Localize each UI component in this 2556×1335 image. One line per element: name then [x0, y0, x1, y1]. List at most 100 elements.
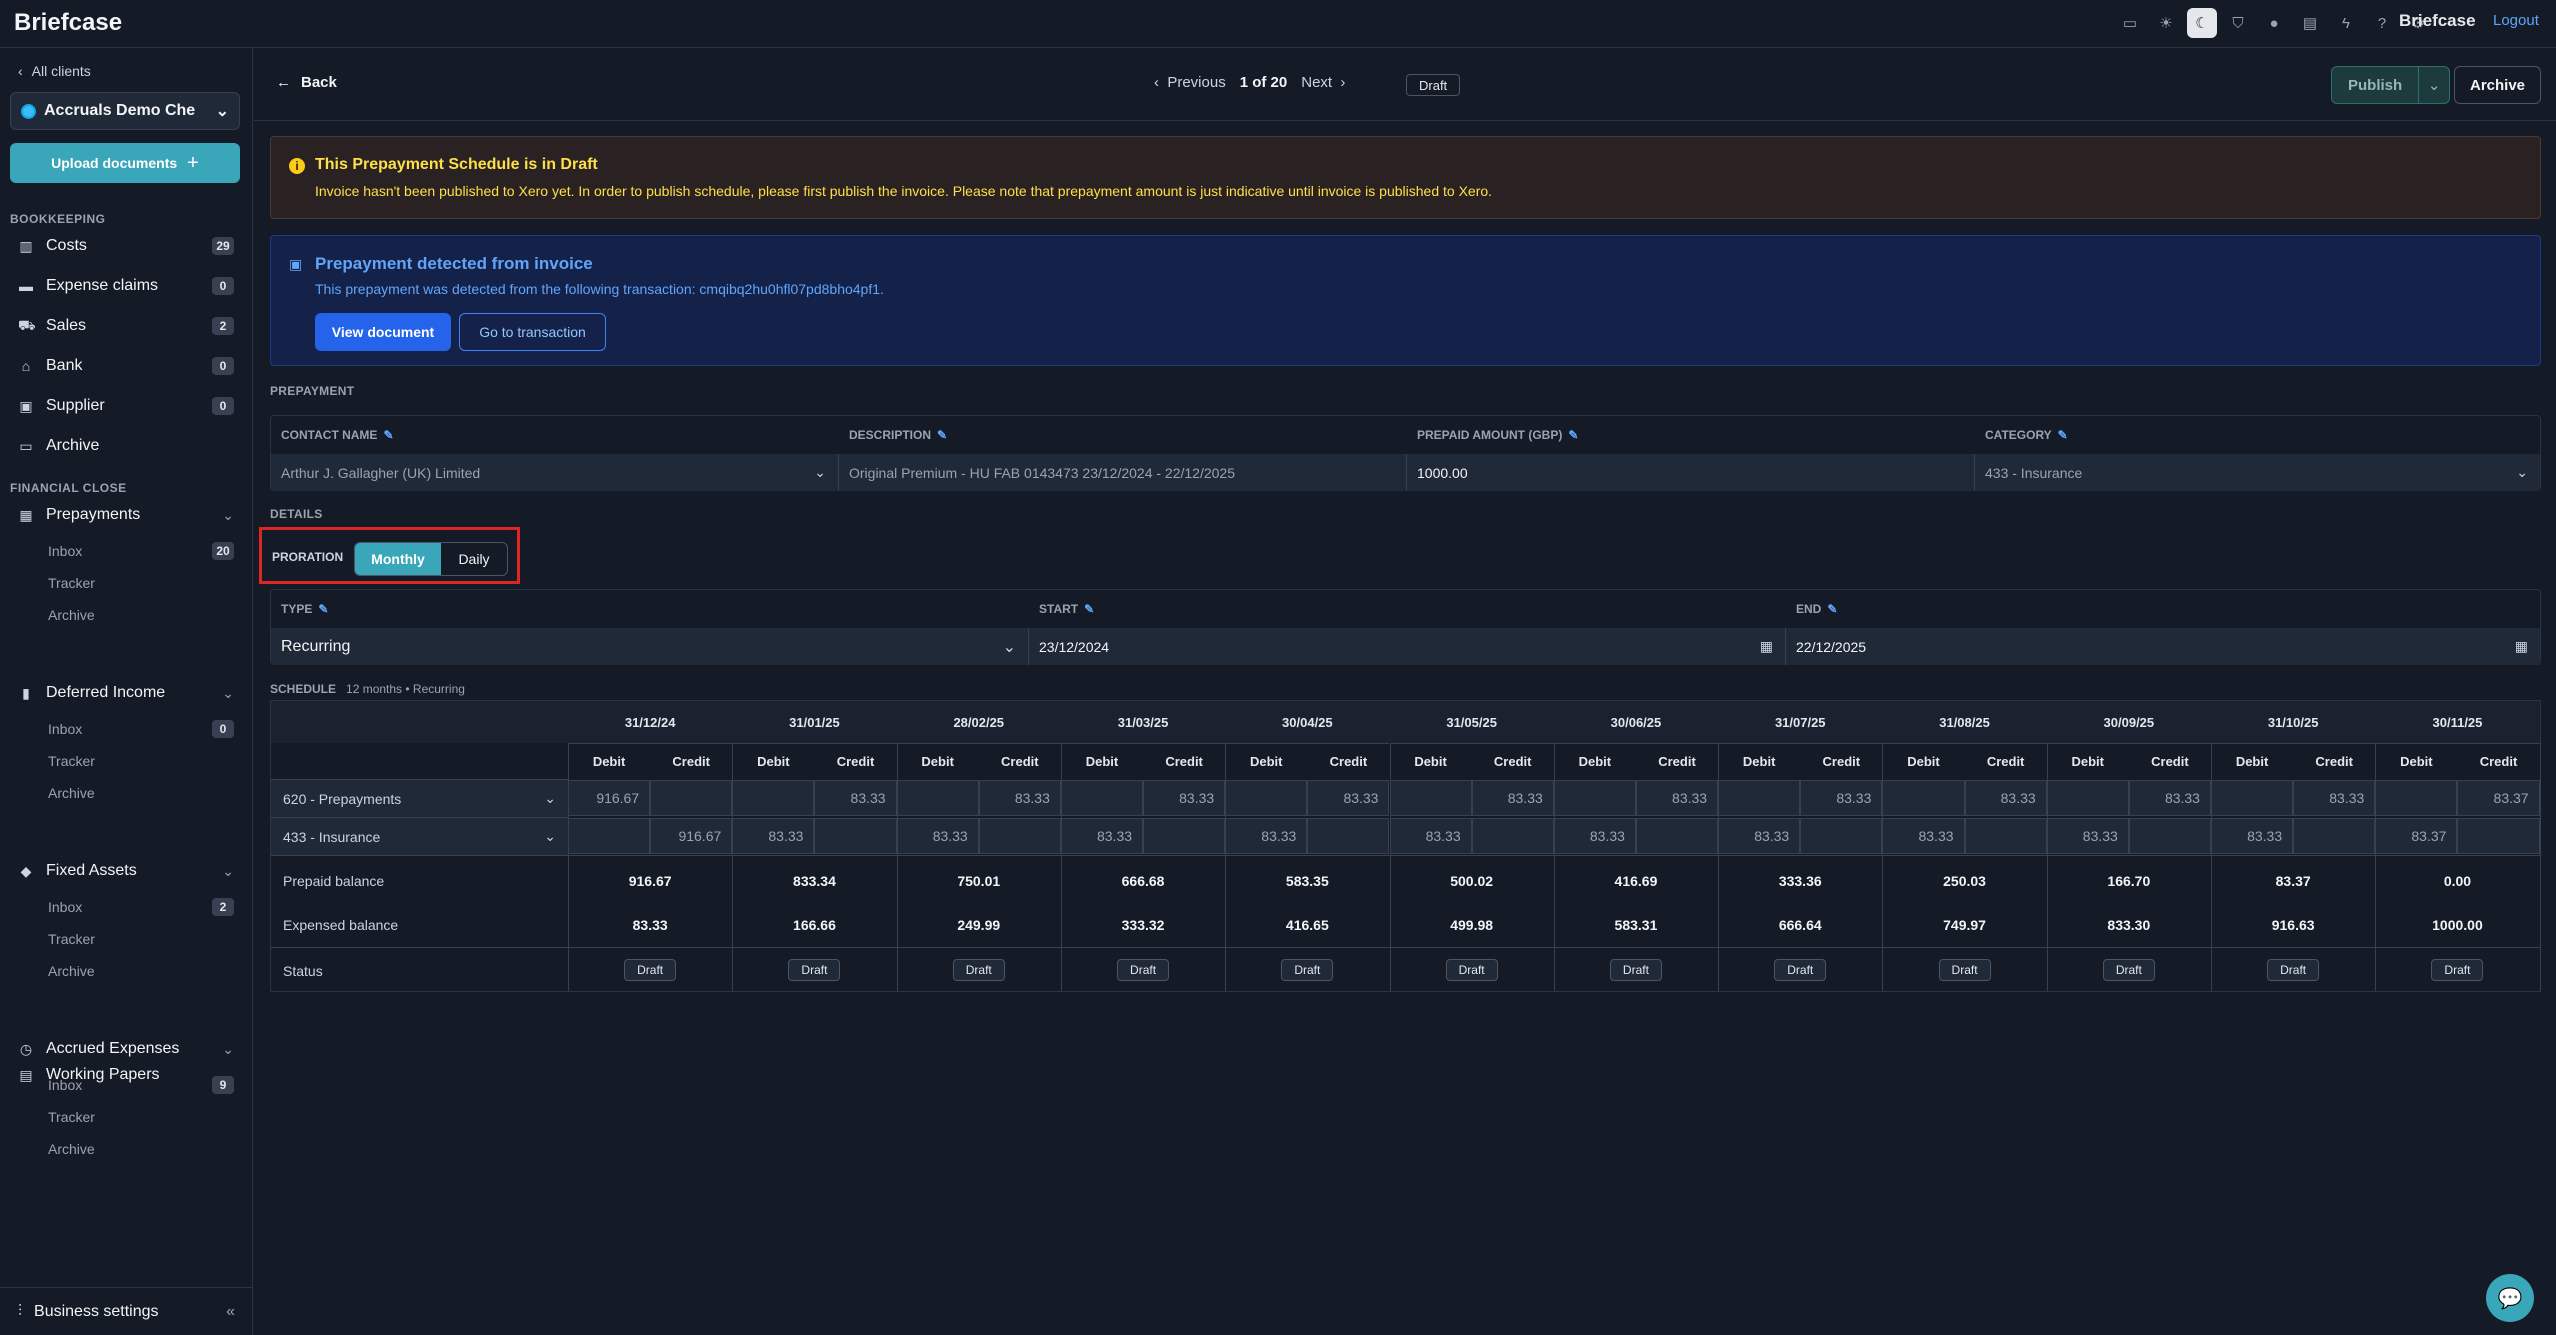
debit-input[interactable] — [1718, 780, 1801, 816]
sidebar-subitem-tracker[interactable]: Tracker — [48, 1105, 234, 1129]
debit-input[interactable] — [896, 780, 979, 816]
proration-daily-option[interactable]: Daily — [441, 543, 507, 575]
debit-input[interactable]: 83.33 — [1389, 818, 1472, 854]
debit-input[interactable] — [1389, 780, 1472, 816]
debit-input[interactable] — [568, 818, 651, 854]
sidebar-item-sales[interactable]: ⛟ Sales 2 — [18, 312, 234, 340]
proration-monthly-option[interactable]: Monthly — [355, 543, 441, 575]
account-select[interactable]: 620 - Prepayments ⌄ — [271, 779, 568, 817]
credit-input[interactable]: 83.33 — [814, 780, 897, 816]
debit-input[interactable]: 83.33 — [732, 818, 815, 854]
sidebar-group-prepayments[interactable]: ▦ Prepayments ⌄ — [18, 501, 234, 529]
description-input[interactable]: Original Premium - HU FAB 0143473 23/12/… — [839, 454, 1407, 491]
sidebar-subitem-inbox[interactable]: Inbox 9 — [48, 1073, 234, 1097]
debit-input[interactable]: 83.33 — [1882, 818, 1965, 854]
next-button[interactable]: Next › — [1301, 74, 1345, 91]
start-date-input[interactable]: 23/12/2024 ▦ — [1029, 628, 1786, 665]
credit-input[interactable]: 83.33 — [1635, 780, 1719, 816]
credit-input[interactable]: 83.37 — [2457, 780, 2540, 816]
all-clients-link[interactable]: ‹ All clients — [18, 63, 91, 79]
debit-input[interactable]: 916.67 — [568, 780, 651, 816]
debit-input[interactable]: 83.33 — [896, 818, 979, 854]
credit-input[interactable] — [2457, 818, 2540, 854]
credit-input[interactable] — [1800, 818, 1883, 854]
bolt-icon[interactable]: ϟ — [2331, 8, 2361, 38]
category-select[interactable]: 433 - Insurance ⌄ — [1975, 454, 2540, 491]
sidebar-item-bank[interactable]: ⌂ Bank 0 — [18, 352, 234, 380]
help-icon[interactable]: ? — [2367, 8, 2397, 38]
end-date-input[interactable]: 22/12/2025 ▦ — [1786, 628, 2540, 665]
credit-input[interactable] — [1143, 818, 1226, 854]
credit-input[interactable] — [814, 818, 897, 854]
credit-input[interactable]: 83.33 — [978, 780, 1061, 816]
view-document-button[interactable]: View document — [315, 313, 451, 351]
credit-input[interactable]: 83.33 — [1964, 780, 2047, 816]
logout-link[interactable]: Logout — [2493, 12, 2539, 29]
archive-button[interactable]: Archive — [2454, 66, 2541, 104]
sidebar-subitem-inbox[interactable]: Inbox 20 — [48, 539, 234, 563]
debit-input[interactable]: 83.33 — [1553, 818, 1636, 854]
moon-icon[interactable]: ☾ — [2187, 8, 2217, 38]
sidebar-item-supplier[interactable]: ▣ Supplier 0 — [18, 392, 234, 420]
calendar-icon[interactable]: ▦ — [2515, 638, 2528, 655]
credit-input[interactable]: 916.67 — [650, 818, 733, 854]
upload-documents-button[interactable]: Upload documents + — [10, 143, 240, 183]
debit-input[interactable] — [1225, 780, 1308, 816]
sidebar-group-fixed-assets[interactable]: ◆ Fixed Assets ⌄ — [18, 857, 234, 885]
credit-input[interactable]: 83.33 — [2128, 780, 2211, 816]
debit-input[interactable] — [1553, 780, 1636, 816]
credit-input[interactable]: 83.33 — [1800, 780, 1883, 816]
back-button[interactable]: ← Back — [276, 74, 337, 91]
clipboard-icon[interactable]: ▤ — [2295, 8, 2325, 38]
credit-input[interactable]: 83.33 — [1307, 780, 1390, 816]
debit-input[interactable]: 83.33 — [1060, 818, 1144, 854]
debit-input[interactable] — [1882, 780, 1965, 816]
debit-input[interactable]: 83.33 — [2046, 818, 2129, 854]
shield-icon[interactable]: ⛉ — [2223, 8, 2253, 38]
sidebar-item-archive[interactable]: ▭ Archive — [18, 432, 234, 460]
type-select[interactable]: Recurring ⌄ — [271, 628, 1029, 665]
credit-input[interactable] — [1964, 818, 2047, 854]
debit-input[interactable]: 83.37 — [2375, 818, 2458, 854]
credit-input[interactable] — [1307, 818, 1390, 854]
collapse-icon[interactable]: « — [226, 1303, 235, 1321]
sun-icon[interactable]: ☀ — [2151, 8, 2181, 38]
credit-input[interactable] — [1471, 818, 1554, 854]
sidebar-subitem-inbox[interactable]: Inbox 0 — [48, 717, 234, 741]
client-select[interactable]: Accruals Demo Che ⌄ — [10, 92, 240, 130]
go-to-transaction-button[interactable]: Go to transaction — [459, 313, 606, 351]
sidebar-item-expense-claims[interactable]: ▬ Expense claims 0 — [18, 272, 234, 300]
sidebar-group-deferred-income[interactable]: ▮ Deferred Income ⌄ — [18, 679, 234, 707]
credit-input[interactable] — [978, 818, 1061, 854]
credit-input[interactable] — [650, 780, 733, 816]
sidebar-subitem-archive[interactable]: Archive — [48, 1137, 234, 1161]
sidebar-subitem-archive[interactable]: Archive — [48, 781, 234, 805]
debit-input[interactable]: 83.33 — [2211, 818, 2294, 854]
sidebar-subitem-tracker[interactable]: Tracker — [48, 571, 234, 595]
debit-input[interactable]: 83.33 — [1718, 818, 1801, 854]
credit-input[interactable]: 83.33 — [1143, 780, 1226, 816]
contact-name-select[interactable]: Arthur J. Gallagher (UK) Limited ⌄ — [271, 454, 839, 491]
account-select[interactable]: 433 - Insurance ⌄ — [271, 817, 568, 855]
previous-button[interactable]: ‹ Previous — [1154, 74, 1226, 91]
credit-input[interactable] — [2128, 818, 2211, 854]
debit-input[interactable]: 83.33 — [1225, 818, 1308, 854]
sidebar-subitem-inbox[interactable]: Inbox 2 — [48, 895, 234, 919]
sidebar-subitem-archive[interactable]: Archive — [48, 603, 234, 627]
credit-input[interactable]: 83.33 — [1471, 780, 1554, 816]
sidebar-item-costs[interactable]: ▥ Costs 29 — [18, 232, 234, 260]
monitor-icon[interactable]: ▭ — [2115, 8, 2145, 38]
debit-input[interactable] — [2211, 780, 2294, 816]
prepaid-amount-input[interactable]: 1000.00 — [1407, 454, 1975, 491]
business-settings-bar[interactable]: ⫶ Business settings « — [0, 1287, 253, 1335]
calendar-icon[interactable]: ▦ — [1760, 638, 1773, 655]
sidebar-group-accrued-expenses[interactable]: ◷ Accrued Expenses ⌄ — [18, 1035, 234, 1063]
circle-icon[interactable]: ● — [2259, 8, 2289, 38]
debit-input[interactable] — [1060, 780, 1144, 816]
chat-button[interactable]: 💬 — [2486, 1274, 2534, 1322]
sidebar-subitem-archive[interactable]: Archive — [48, 959, 234, 983]
publish-button[interactable]: Publish — [2332, 67, 2420, 103]
sidebar-subitem-tracker[interactable]: Tracker — [48, 927, 234, 951]
credit-input[interactable] — [1635, 818, 1719, 854]
debit-input[interactable] — [2375, 780, 2458, 816]
